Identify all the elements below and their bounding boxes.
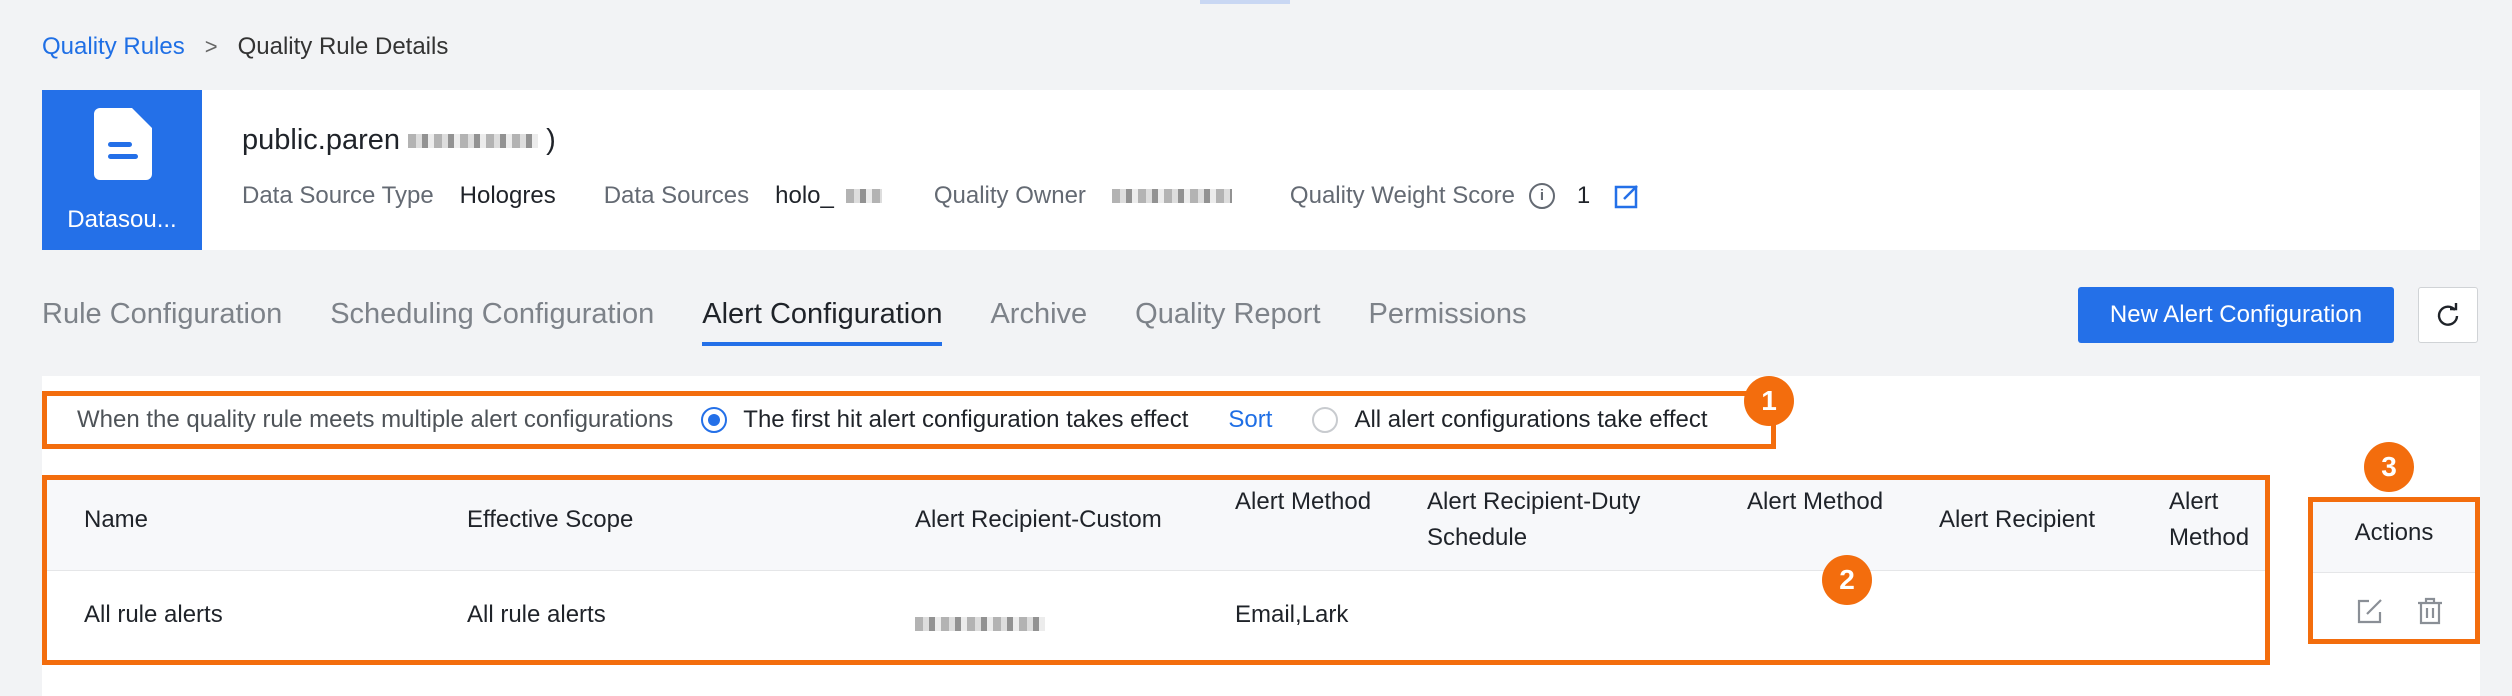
column-header-effective-scope: Effective Scope — [467, 506, 634, 533]
redacted-text — [408, 134, 539, 149]
tab-scheduling-configuration[interactable]: Scheduling Configuration — [330, 292, 654, 346]
options-label: When the quality rule meets multiple ale… — [77, 406, 674, 433]
rule-table-title: public.paren ) — [242, 124, 556, 157]
breadcrumb-quality-rules-link[interactable]: Quality Rules — [42, 33, 185, 61]
datasource-tile-label: Datasou... — [67, 206, 177, 233]
annotation-badge-3: 3 — [2364, 442, 2414, 492]
column-header-alert-recipient-custom: Alert Recipient-Custom — [915, 506, 1162, 533]
row-scope: All rule alerts — [467, 601, 606, 628]
rule-header-card: Datasou... public.paren ) Data Source Ty… — [42, 90, 2480, 250]
edit-icon[interactable] — [1614, 183, 1640, 209]
radio-first-hit[interactable] — [701, 407, 728, 433]
redacted-recipient — [915, 616, 1045, 631]
annotation-badge-1: 1 — [1744, 376, 1794, 426]
actions-header: Actions — [2313, 502, 2475, 573]
tab-quality-report[interactable]: Quality Report — [1135, 292, 1320, 346]
row-recipient-custom — [915, 608, 1045, 638]
rule-table-name-suffix: ) — [546, 124, 556, 156]
redacted-owner — [1111, 189, 1232, 203]
edit-icon[interactable] — [2355, 596, 2385, 626]
info-icon[interactable]: i — [1528, 183, 1555, 209]
data-source-type-label: Data Source Type — [242, 182, 434, 209]
redacted-text — [845, 189, 882, 203]
column-header-alert-method-2: Alert Method — [1747, 488, 1884, 515]
chevron-right-icon: > — [204, 34, 218, 59]
option-all-label[interactable]: All alert configurations take effect — [1354, 406, 1707, 434]
data-sources-label: Data Sources — [603, 182, 750, 209]
tab-permissions[interactable]: Permissions — [1369, 292, 1527, 346]
quality-weight-score-label: Quality Weight Score — [1289, 182, 1515, 209]
tab-bar: Rule Configuration Scheduling Configurat… — [42, 292, 1574, 352]
sort-link[interactable]: Sort — [1228, 406, 1272, 434]
actions-column: Actions — [2308, 497, 2480, 644]
top-indicator — [1200, 0, 1290, 4]
column-header-name: Name — [84, 506, 149, 533]
quality-owner-label: Quality Owner — [933, 182, 1086, 209]
datasource-tile: Datasou... — [42, 90, 202, 250]
alert-config-table: Name Effective Scope Alert Recipient-Cus… — [42, 475, 2270, 665]
data-sources-value: holo_ — [775, 182, 834, 209]
column-header-alert-recipient: Alert Recipient — [1939, 506, 2096, 533]
column-header-alert-method: Alert Method — [1235, 488, 1372, 515]
refresh-icon — [2437, 303, 2459, 326]
tab-archive[interactable]: Archive — [990, 292, 1087, 346]
option-first-hit-label[interactable]: The first hit alert configuration takes … — [743, 406, 1188, 434]
new-alert-configuration-button[interactable]: New Alert Configuration — [2078, 287, 2394, 343]
document-icon — [94, 108, 152, 180]
rule-table-name: public.paren — [242, 124, 400, 156]
data-source-type-value: Hologres — [459, 182, 556, 209]
quality-weight-score-value: 1 — [1576, 182, 1591, 209]
breadcrumb-current: Quality Rule Details — [237, 33, 449, 60]
alert-effect-options: When the quality rule meets multiple ale… — [42, 391, 1776, 449]
tab-rule-configuration[interactable]: Rule Configuration — [42, 292, 282, 346]
annotation-badge-2: 2 — [1822, 555, 1872, 605]
row-name: All rule alerts — [84, 601, 223, 628]
column-header-alert-method-3: Alert Method — [2169, 488, 2250, 551]
refresh-button[interactable] — [2418, 287, 2478, 343]
tab-alert-configuration[interactable]: Alert Configuration — [702, 292, 943, 346]
row-alert-method: Email,Lark — [1235, 601, 1349, 628]
delete-icon[interactable] — [2415, 596, 2445, 626]
rule-meta-row: Data Source Type Hologres Data Sources h… — [242, 182, 1640, 210]
column-header-alert-recipient-duty-schedule: Alert Recipient-Duty Schedule — [1427, 488, 1641, 551]
table-header: Name Effective Scope Alert Recipient-Cus… — [47, 480, 2265, 571]
radio-all-effect[interactable] — [1312, 407, 1339, 433]
breadcrumb: Quality Rules > Quality Rule Details — [42, 32, 448, 62]
